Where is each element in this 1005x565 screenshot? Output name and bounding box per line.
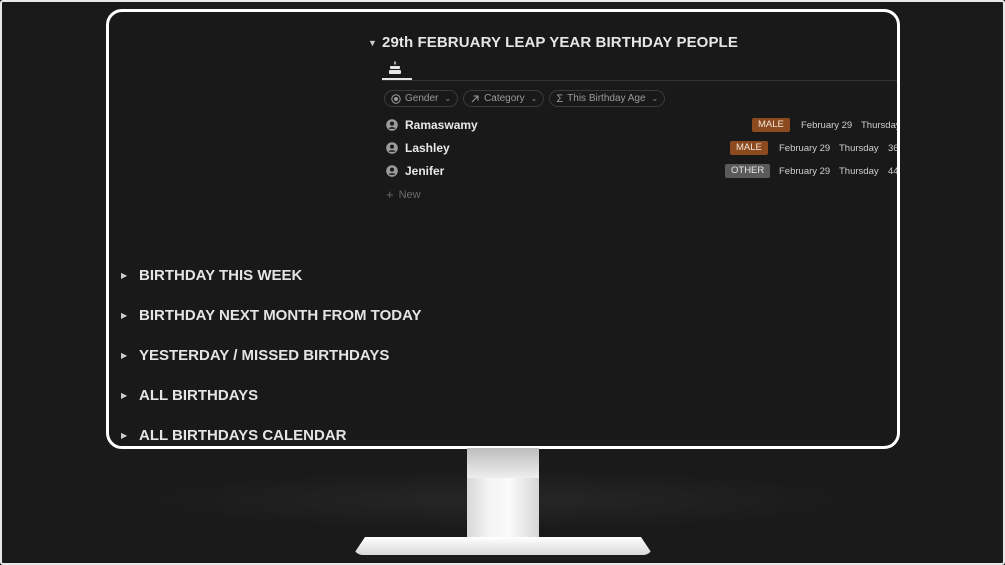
birthday-age: 36 (888, 142, 899, 154)
sigma-icon: Σ (556, 92, 564, 105)
toggle-label: ALL BIRTHDAYS (139, 386, 259, 404)
toggle-all-birthdays-calendar[interactable]: ▶ ALL BIRTHDAYS CALENDAR (121, 415, 422, 446)
caret-right-icon: ▶ (121, 310, 128, 320)
person-name: Lashley (405, 141, 450, 155)
filter-gender[interactable]: Gender ⌄ (384, 90, 459, 107)
toggle-label: ALL BIRTHDAYS CALENDAR (139, 426, 347, 444)
filter-birthday-age[interactable]: Σ This Birthday Age ⌄ (549, 90, 666, 107)
monitor-stand-neck (467, 448, 539, 540)
toggle-label: BIRTHDAY THIS WEEK (139, 266, 303, 284)
birthday-date: February 29 (779, 165, 831, 177)
cake-icon (389, 61, 401, 74)
toggle-all-birthdays[interactable]: ▶ ALL BIRTHDAYS (121, 375, 422, 415)
leap-year-toggle[interactable]: ▼ 29th FEBRUARY LEAP YEAR BIRTHDAY PEOPL… (368, 34, 897, 51)
filter-label: This Birthday Age (567, 93, 646, 104)
plus-icon: + (386, 187, 394, 202)
filter-bar: Gender ⌄ Category ⌄ Σ This Birthday Age … (384, 90, 897, 107)
toggle-missed-birthdays[interactable]: ▶ YESTERDAY / MISSED BIRTHDAYS (121, 335, 422, 375)
person-icon (386, 119, 398, 131)
arrow-up-right-icon (471, 94, 479, 102)
birthday-date: February 29 (801, 119, 853, 131)
birthday-day: Thursday (861, 119, 900, 131)
toggle-birthday-next-month[interactable]: ▶ BIRTHDAY NEXT MONTH FROM TODAY (121, 295, 422, 335)
table-row[interactable]: Lashley MALE February 29 Thursday 36 (386, 138, 899, 158)
caret-right-icon: ▶ (121, 430, 128, 440)
collapsed-sections: ▶ BIRTHDAY THIS WEEK ▶ BIRTHDAY NEXT MON… (121, 255, 422, 446)
new-row-button[interactable]: + New (386, 187, 421, 202)
person-name: Jenifer (405, 164, 445, 178)
caret-down-icon[interactable]: ▼ (368, 38, 382, 48)
table-row[interactable]: Jenifer OTHER February 29 Thursday 44 (386, 161, 899, 181)
caret-right-icon: ▶ (121, 350, 128, 360)
monitor-stand-base (353, 537, 653, 555)
caret-right-icon: ▶ (121, 390, 128, 400)
filter-label: Gender (405, 93, 439, 104)
new-label: New (398, 188, 421, 201)
caret-right-icon: ▶ (121, 270, 128, 280)
view-tab-cake[interactable] (382, 61, 412, 80)
gender-badge: MALE (730, 141, 768, 155)
chevron-down-icon: ⌄ (444, 94, 452, 103)
monitor-screen: ▼ 29th FEBRUARY LEAP YEAR BIRTHDAY PEOPL… (106, 9, 900, 449)
gender-badge: MALE (752, 118, 790, 132)
section-title: 29th FEBRUARY LEAP YEAR BIRTHDAY PEOPLE (382, 34, 738, 51)
leap-year-section: ▼ 29th FEBRUARY LEAP YEAR BIRTHDAY PEOPL… (368, 34, 900, 202)
person-icon (386, 165, 398, 177)
table-row[interactable]: Ramaswamy MALE February 29 Thursday (386, 115, 900, 135)
birthday-day: Thursday (839, 165, 879, 177)
birthday-age: 44 (888, 165, 899, 177)
chevron-down-icon: ⌄ (530, 94, 538, 103)
gender-badge: OTHER (725, 164, 771, 178)
toggle-label: YESTERDAY / MISSED BIRTHDAYS (139, 346, 390, 364)
tabs-divider (382, 80, 897, 81)
toggle-label: BIRTHDAY NEXT MONTH FROM TODAY (139, 306, 422, 324)
filter-category[interactable]: Category ⌄ (463, 90, 545, 107)
birthday-date: February 29 (779, 142, 831, 154)
person-name: Ramaswamy (405, 118, 478, 132)
birthday-table: Ramaswamy MALE February 29 Thursday Lash… (386, 115, 900, 202)
birthday-day: Thursday (839, 142, 879, 154)
radio-icon (391, 93, 401, 104)
person-icon (386, 142, 398, 154)
toggle-birthday-this-week[interactable]: ▶ BIRTHDAY THIS WEEK (121, 255, 422, 295)
filter-label: Category (484, 93, 525, 104)
chevron-down-icon: ⌄ (651, 94, 659, 103)
